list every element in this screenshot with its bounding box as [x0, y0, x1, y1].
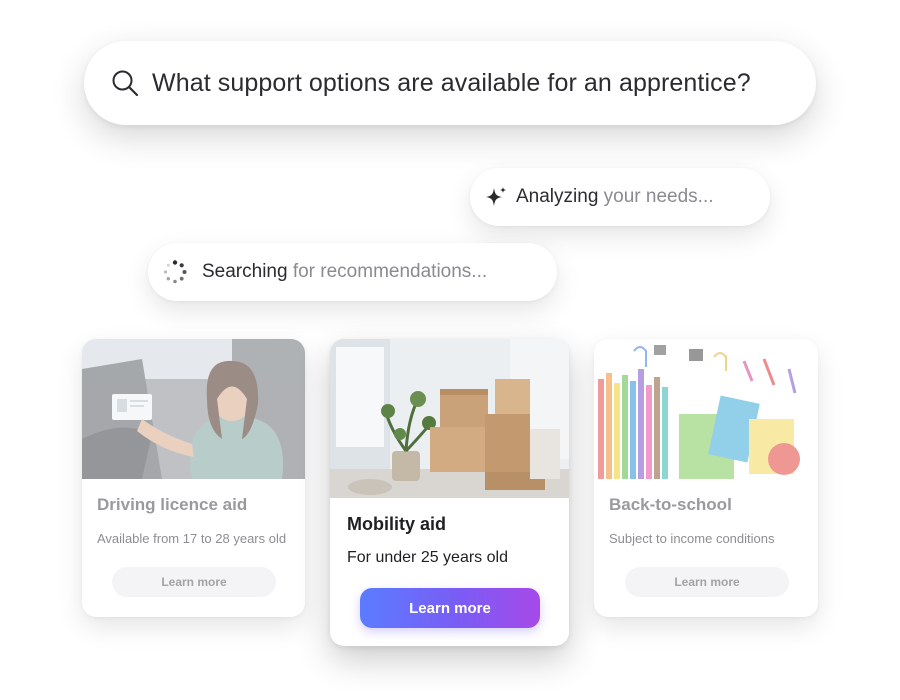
- card-title: Driving licence aid: [97, 495, 248, 514]
- status-analyzing-fade: your needs...: [598, 186, 714, 207]
- card-subtitle: Available from 17 to 28 years old: [97, 531, 287, 546]
- learn-more-button[interactable]: Learn more: [112, 567, 276, 597]
- card-subtitle: Subject to income conditions: [609, 531, 775, 546]
- page: What support options are available for a…: [0, 0, 900, 700]
- search-icon: [112, 70, 139, 97]
- spinner-icon: [163, 260, 187, 284]
- card-back-to-school[interactable]: Back-to-school Subject to income conditi…: [594, 339, 818, 617]
- card-image-moving-boxes: [330, 339, 569, 498]
- status-searching: Searching for recommendations...: [148, 243, 557, 301]
- search-bar[interactable]: What support options are available for a…: [84, 41, 816, 125]
- sparkle-icon: [486, 187, 506, 206]
- status-analyzing-strong: Analyzing: [516, 186, 599, 207]
- status-analyzing: Analyzing your needs...: [470, 168, 770, 226]
- status-searching-strong: Searching: [202, 261, 288, 282]
- card-title: Back-to-school: [609, 495, 732, 514]
- search-query[interactable]: What support options are available for a…: [152, 69, 751, 98]
- status-searching-fade: for recommendations...: [287, 261, 488, 282]
- card-mobility-aid[interactable]: Mobility aid For under 25 years old Lear…: [330, 339, 569, 646]
- card-image-school-supplies: [594, 339, 818, 479]
- learn-more-button[interactable]: Learn more: [360, 588, 540, 628]
- card-image-driver: [82, 339, 305, 479]
- learn-more-button[interactable]: Learn more: [625, 567, 789, 597]
- card-title: Mobility aid: [347, 514, 446, 534]
- card-subtitle: For under 25 years old: [347, 549, 508, 566]
- card-driving-licence-aid[interactable]: Driving licence aid Available from 17 to…: [82, 339, 305, 617]
